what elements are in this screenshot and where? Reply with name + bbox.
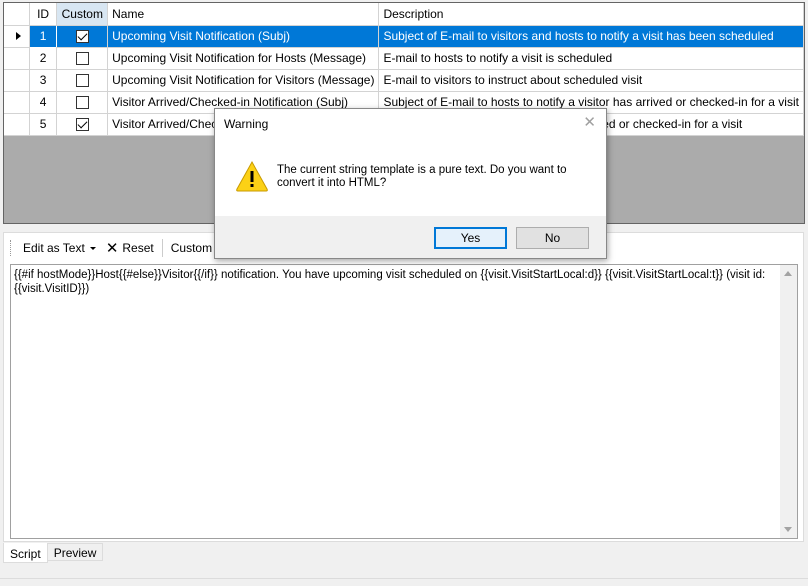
editor-tabs: Script Preview xyxy=(3,543,104,563)
cell-description[interactable]: E-mail to visitors to instruct about sch… xyxy=(378,69,804,92)
cell-description[interactable]: E-mail to hosts to notify a visit is sch… xyxy=(378,47,804,70)
custom-checkbox[interactable] xyxy=(75,74,89,88)
cell-custom[interactable] xyxy=(56,25,109,48)
custom-checkbox[interactable] xyxy=(75,52,89,66)
cell-name[interactable]: Upcoming Visit Notification (Subj) xyxy=(107,25,380,48)
cell-id[interactable]: 5 xyxy=(29,113,58,136)
column-header-name[interactable]: Name xyxy=(107,3,380,26)
script-text[interactable]: {{#if hostMode}}Host{{#else}}Visitor{{/i… xyxy=(14,268,774,296)
column-header-id[interactable]: ID xyxy=(29,3,58,26)
template-editor-panel: Edit as Text ✕ Reset Custom Re {{#if hos… xyxy=(3,232,804,542)
close-icon[interactable]: ✕ xyxy=(583,113,596,131)
row-header[interactable] xyxy=(4,69,30,92)
cell-name[interactable]: Upcoming Visit Notification for Visitors… xyxy=(107,69,380,92)
scroll-down-icon[interactable] xyxy=(784,527,792,532)
current-row-icon xyxy=(15,32,21,40)
custom-checkbox[interactable] xyxy=(75,118,89,132)
reset-button[interactable]: ✕ Reset xyxy=(101,237,159,259)
edit-as-text-dropdown[interactable]: Edit as Text xyxy=(18,237,101,259)
edit-as-text-label: Edit as Text xyxy=(23,241,85,255)
cell-id[interactable]: 4 xyxy=(29,91,58,114)
warning-icon xyxy=(236,160,268,192)
row-header[interactable] xyxy=(4,47,30,70)
cell-custom[interactable] xyxy=(56,47,109,70)
row-header[interactable] xyxy=(4,113,30,136)
dialog-title: Warning xyxy=(224,117,269,131)
status-divider xyxy=(0,578,808,579)
dialog-message: The current string template is a pure te… xyxy=(277,164,567,189)
yes-button[interactable]: Yes xyxy=(434,227,507,249)
row-header[interactable] xyxy=(4,91,30,114)
reset-label: Reset xyxy=(122,241,154,255)
table-row[interactable]: 2 Upcoming Visit Notification for Hosts (… xyxy=(4,47,804,70)
script-editor[interactable]: {{#if hostMode}}Host{{#else}}Visitor{{/i… xyxy=(10,264,798,539)
custom-checkbox[interactable] xyxy=(75,96,89,110)
app-window: ID Custom Name Description 1 Upcoming Vis… xyxy=(0,0,808,586)
toolbar-grip[interactable] xyxy=(10,240,12,256)
cell-id[interactable]: 1 xyxy=(28,24,58,48)
scroll-up-icon[interactable] xyxy=(784,271,792,276)
chevron-down-icon xyxy=(89,246,96,250)
close-icon: ✕ xyxy=(105,239,119,257)
cell-custom[interactable] xyxy=(56,69,109,92)
cell-name[interactable]: Upcoming Visit Notification for Hosts (M… xyxy=(107,47,380,70)
cell-description[interactable]: Subject of E-mail to visitors and hosts … xyxy=(378,25,804,48)
toolbar-separator xyxy=(161,239,163,257)
column-header-custom[interactable]: Custom xyxy=(56,3,109,26)
tab-preview[interactable]: Preview xyxy=(47,543,104,561)
cell-id[interactable]: 3 xyxy=(29,69,58,92)
no-button[interactable]: No xyxy=(516,227,589,249)
table-row[interactable]: 1 Upcoming Visit Notification (Subj) Subje… xyxy=(4,24,804,48)
dialog-footer: Yes No xyxy=(215,216,606,258)
vertical-scrollbar[interactable] xyxy=(780,265,797,538)
warning-dialog: Warning ✕ The current string template is… xyxy=(214,108,607,259)
row-header-corner[interactable] xyxy=(4,3,30,26)
grid-header-row: ID Custom Name Description xyxy=(4,3,804,26)
cell-custom[interactable] xyxy=(56,91,109,114)
row-header[interactable] xyxy=(4,25,30,48)
cell-id[interactable]: 2 xyxy=(29,47,58,70)
custom-checkbox[interactable] xyxy=(75,30,89,44)
tab-script[interactable]: Script xyxy=(3,543,48,563)
table-row[interactable]: 3 Upcoming Visit Notification for Visitor… xyxy=(4,69,804,92)
column-header-description[interactable]: Description xyxy=(378,3,804,26)
cell-custom[interactable] xyxy=(56,113,109,136)
